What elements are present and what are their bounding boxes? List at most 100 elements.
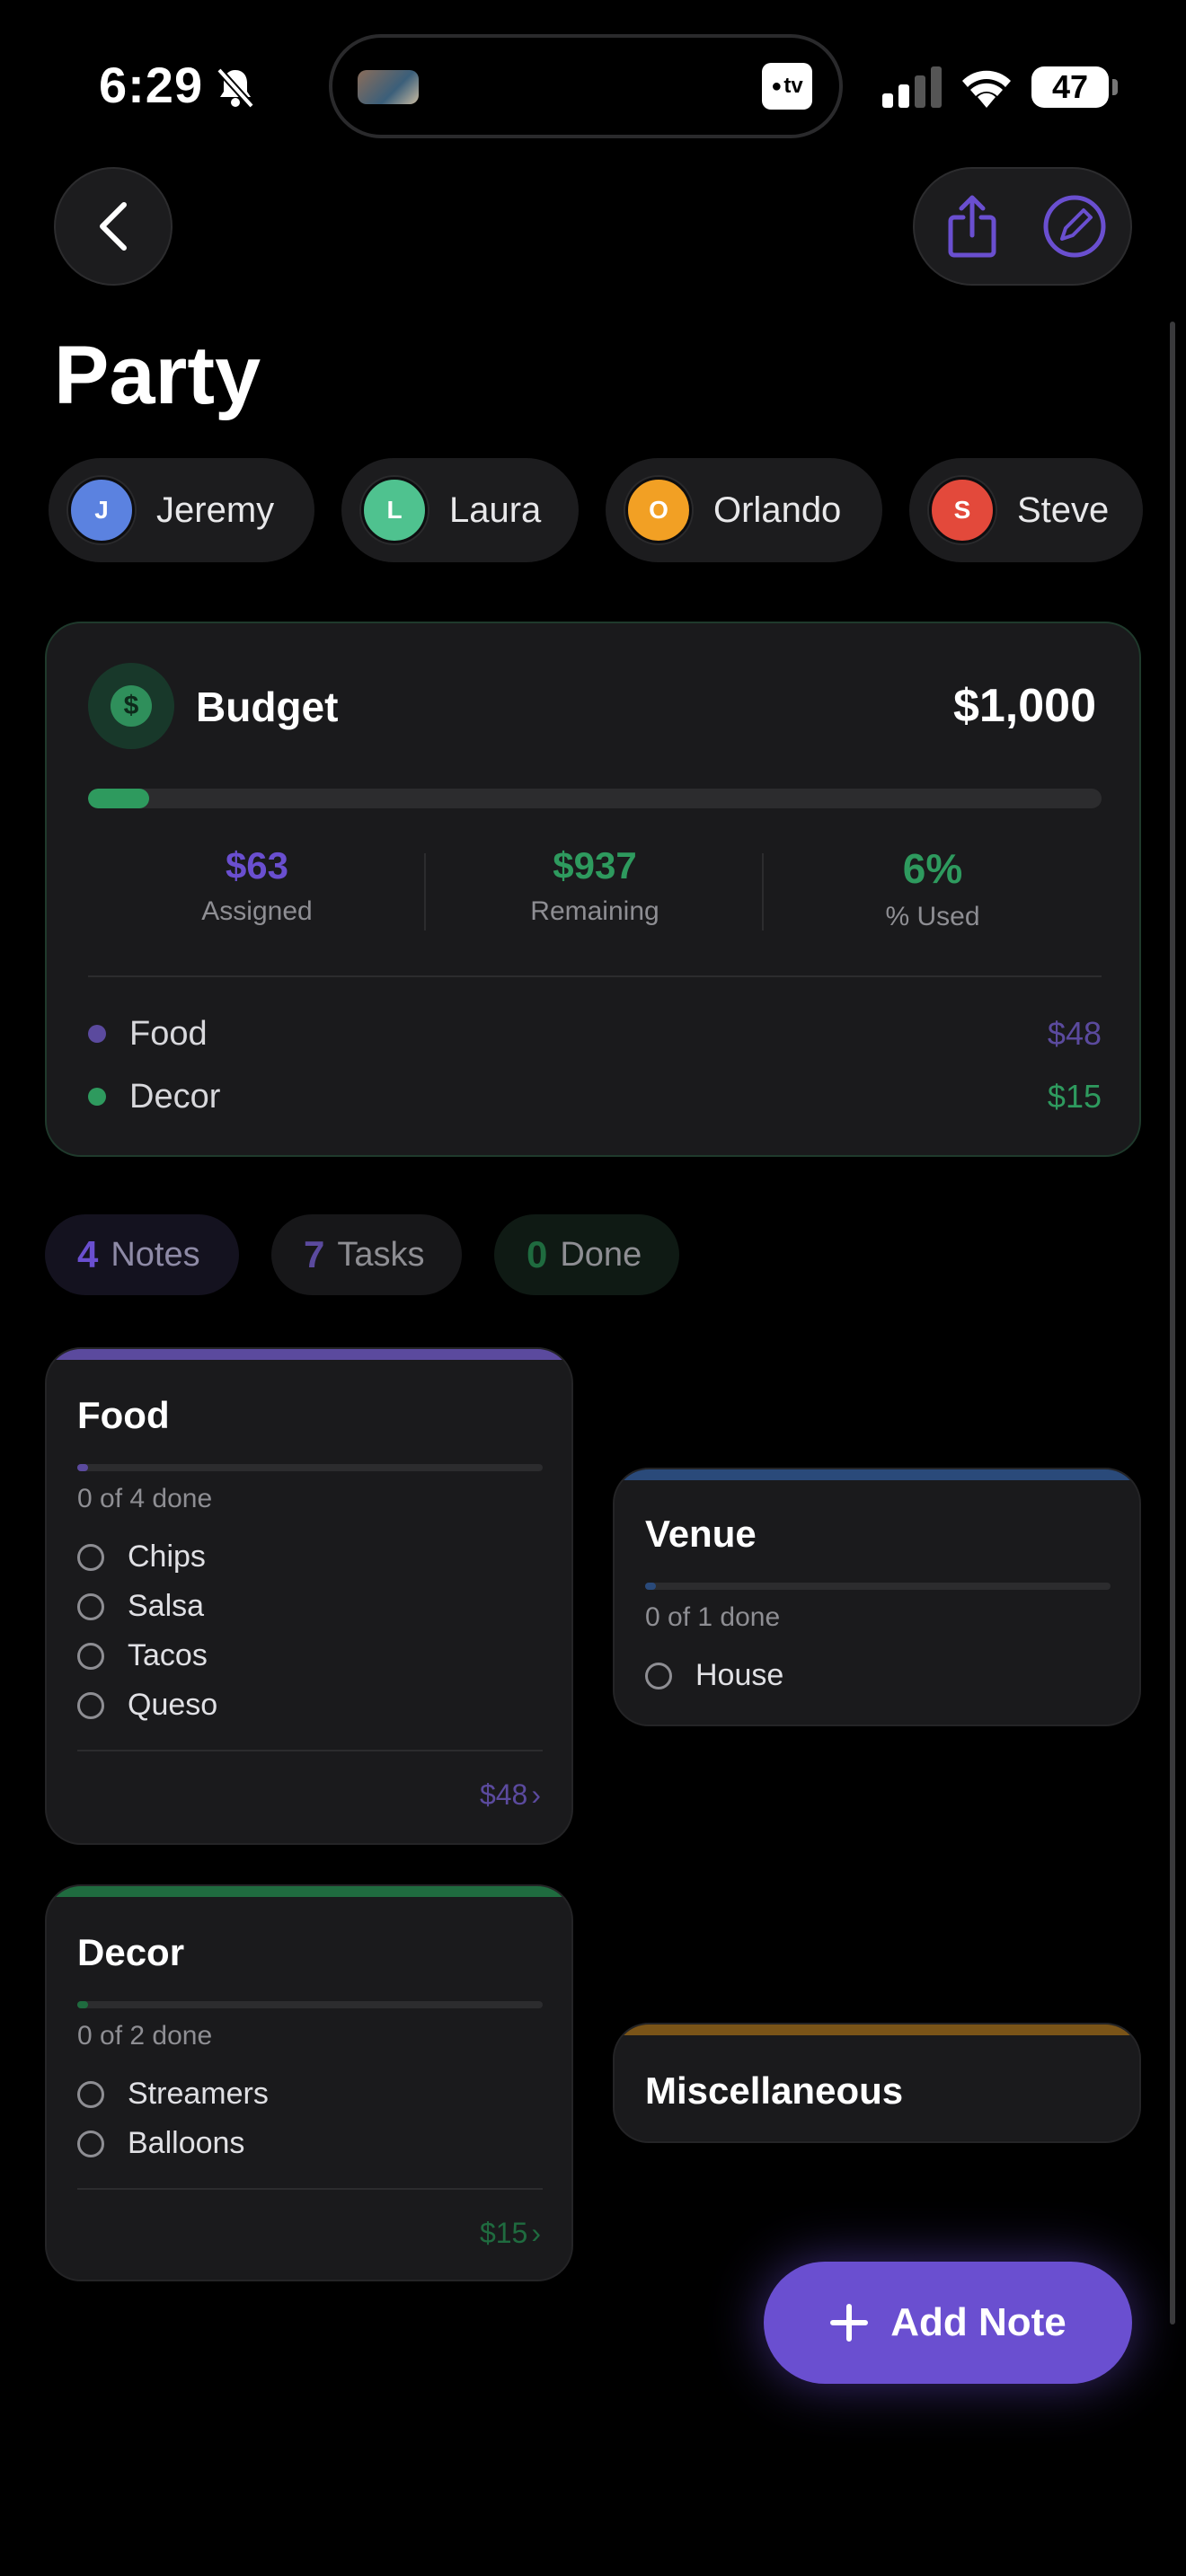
cellular-signal-icon xyxy=(882,66,942,112)
apple-tv-icon: ● tv xyxy=(762,63,812,110)
note-accent-bar xyxy=(47,1886,571,1897)
category-amount: $48 xyxy=(1047,1015,1102,1052)
stat-value: 6% xyxy=(902,845,963,892)
chevron-left-icon xyxy=(100,202,127,251)
note-title: Decor xyxy=(77,1931,185,1973)
done-counter: 0 Done xyxy=(494,1214,679,1295)
bell-slash-icon xyxy=(216,66,255,114)
task-item[interactable]: Chips xyxy=(77,1539,206,1575)
note-progress-text: 0 of 2 done xyxy=(77,2021,213,2051)
note-card-food[interactable]: Food 0 of 4 done Chips Salsa Tacos Queso… xyxy=(45,1347,573,1845)
notes-count: 4 xyxy=(77,1233,99,1275)
budget-label: Budget xyxy=(196,684,339,730)
edit-button[interactable] xyxy=(1033,185,1116,268)
category-dot xyxy=(88,1088,106,1106)
task-item[interactable]: Salsa xyxy=(77,1589,204,1624)
plus-icon xyxy=(830,2304,869,2342)
battery-nub xyxy=(1112,79,1118,95)
member-name: Jeremy xyxy=(156,490,275,530)
checkbox-circle-icon[interactable] xyxy=(77,2130,104,2157)
stat-label: Assigned xyxy=(201,896,313,926)
stat-remaining: $937 Remaining xyxy=(426,844,764,927)
budget-card[interactable]: $ Budget $1,000 $63 Assigned $937 Remain… xyxy=(45,622,1141,1157)
add-note-button[interactable]: Add Note xyxy=(764,2262,1132,2384)
task-item[interactable]: House xyxy=(645,1658,783,1693)
action-buttons-group xyxy=(913,167,1132,286)
task-item[interactable]: Queso xyxy=(77,1688,217,1723)
note-title: Venue xyxy=(645,1513,757,1555)
notes-label: Notes xyxy=(111,1235,200,1274)
category-name: Food xyxy=(129,1014,208,1053)
member-name: Orlando xyxy=(713,490,842,530)
checkbox-circle-icon[interactable] xyxy=(77,2080,104,2108)
pencil-circle-icon xyxy=(1043,195,1106,258)
budget-total: $1,000 xyxy=(952,680,1096,732)
avatar-initial: S xyxy=(953,496,971,524)
task-item[interactable]: Streamers xyxy=(77,2077,269,2112)
divider xyxy=(77,2188,543,2190)
member-chip-jeremy[interactable]: J Jeremy xyxy=(49,458,314,562)
task-label: Salsa xyxy=(128,1589,205,1623)
checkbox-circle-icon[interactable] xyxy=(645,1662,672,1689)
dollar-icon: $ xyxy=(88,663,174,749)
live-activity-thumbnail xyxy=(358,70,419,104)
note-amount: $15 xyxy=(479,2217,528,2249)
note-title: Food xyxy=(77,1394,170,1436)
share-button[interactable] xyxy=(931,185,1013,268)
wifi-icon xyxy=(958,65,1015,112)
note-amount-link[interactable]: $48 › xyxy=(480,1778,541,1812)
divider xyxy=(77,1750,543,1751)
note-amount-link[interactable]: $15 › xyxy=(480,2217,541,2250)
share-icon xyxy=(948,195,996,258)
page-title: Party xyxy=(54,330,261,421)
note-card-miscellaneous[interactable]: Miscellaneous xyxy=(613,2023,1141,2143)
checkbox-circle-icon[interactable] xyxy=(77,1642,104,1670)
note-progress-text: 0 of 1 done xyxy=(645,1602,781,1632)
status-time: 6:29 xyxy=(99,57,204,113)
note-progress-bar xyxy=(645,1583,1111,1590)
stat-percent-used: 6% % Used xyxy=(764,844,1102,932)
checkbox-circle-icon[interactable] xyxy=(77,1592,104,1620)
note-progress-text: 0 of 4 done xyxy=(77,1484,213,1513)
avatar: O xyxy=(625,477,692,543)
avatar: L xyxy=(361,477,428,543)
note-accent-bar xyxy=(47,1349,571,1360)
chevron-right-icon: › xyxy=(531,1778,541,1811)
checkbox-circle-icon[interactable] xyxy=(77,1691,104,1719)
stat-label: Remaining xyxy=(530,896,659,926)
notes-counter: 4 Notes xyxy=(45,1214,239,1295)
note-accent-bar xyxy=(615,1469,1139,1480)
add-note-label: Add Note xyxy=(890,2300,1067,2344)
avatar: J xyxy=(68,477,135,543)
budget-category-food: Food $48 xyxy=(88,1011,1102,1056)
task-item[interactable]: Tacos xyxy=(77,1638,208,1673)
note-card-decor[interactable]: Decor 0 of 2 done Streamers Balloons $15… xyxy=(45,1884,573,2281)
task-label: Tacos xyxy=(128,1638,208,1672)
battery-icon: 47 xyxy=(1031,66,1109,108)
avatar: S xyxy=(929,477,996,543)
task-label: House xyxy=(695,1658,784,1692)
budget-category-decor: Decor $15 xyxy=(88,1074,1102,1119)
checkbox-circle-icon[interactable] xyxy=(77,1543,104,1571)
note-progress-bar xyxy=(77,1464,543,1471)
scrollbar[interactable] xyxy=(1170,322,1175,2325)
avatar-initial: L xyxy=(386,496,403,524)
member-chip-laura[interactable]: L Laura xyxy=(341,458,579,562)
budget-progress-bar xyxy=(88,789,1102,808)
battery-level: 47 xyxy=(1051,68,1089,105)
note-progress-bar xyxy=(77,2001,543,2008)
tasks-label: Tasks xyxy=(337,1235,425,1274)
stat-value: $937 xyxy=(553,844,637,887)
note-card-venue[interactable]: Venue 0 of 1 done House xyxy=(613,1468,1141,1726)
chevron-right-icon: › xyxy=(531,2217,541,2249)
tasks-count: 7 xyxy=(304,1233,325,1275)
done-label: Done xyxy=(560,1235,642,1274)
category-dot xyxy=(88,1025,106,1043)
member-chip-steve[interactable]: S Steve xyxy=(909,458,1143,562)
task-item[interactable]: Balloons xyxy=(77,2126,244,2161)
note-title: Miscellaneous xyxy=(645,2069,904,2112)
back-button[interactable] xyxy=(54,167,173,286)
stat-assigned: $63 Assigned xyxy=(88,844,426,927)
task-label: Chips xyxy=(128,1539,206,1574)
member-chip-orlando[interactable]: O Orlando xyxy=(606,458,882,562)
